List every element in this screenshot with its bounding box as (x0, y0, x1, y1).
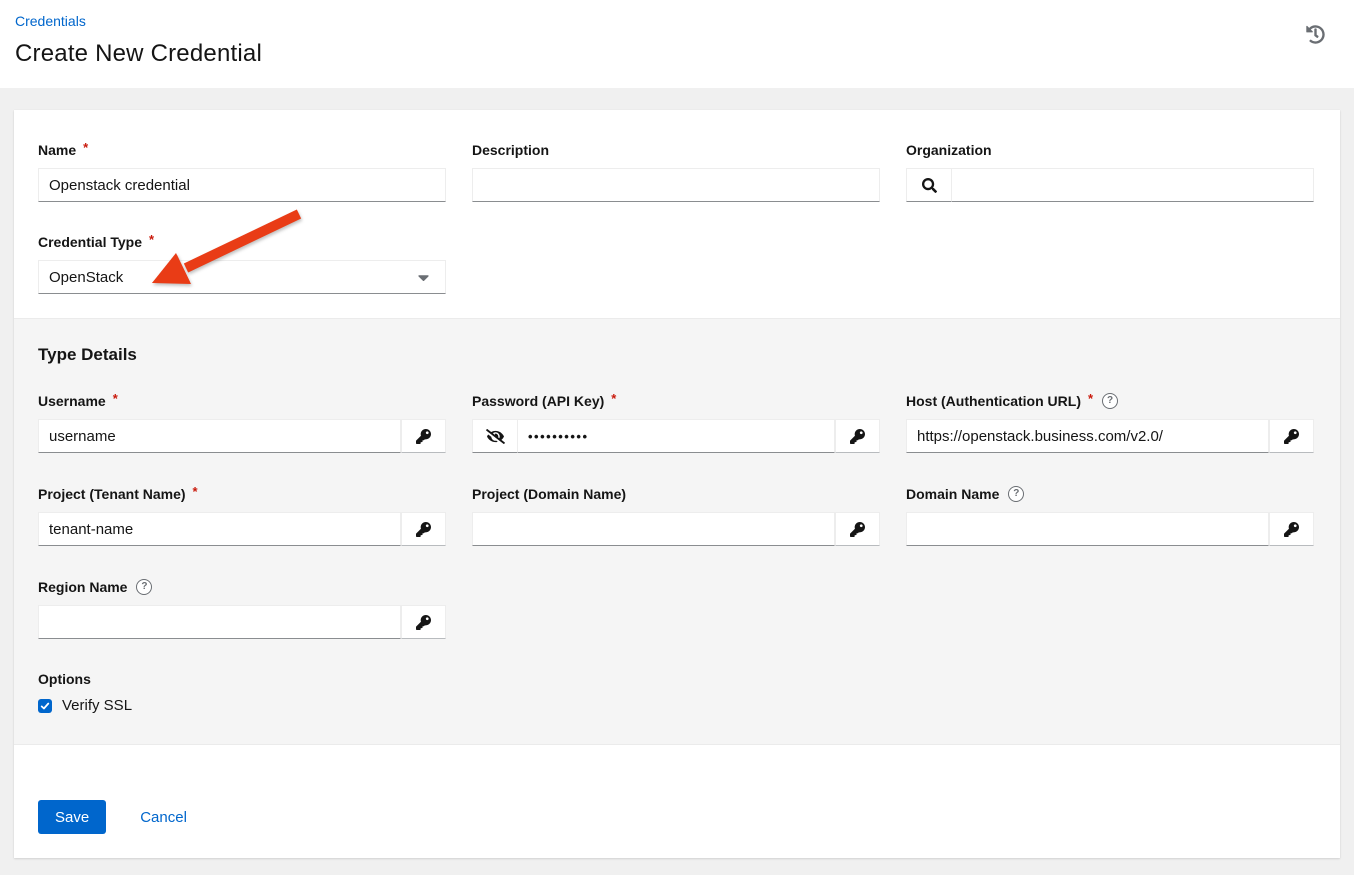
project-domain-field-group: Project (Domain Name) (472, 484, 880, 546)
cancel-button[interactable]: Cancel (140, 809, 187, 826)
username-field-group: Username * (38, 391, 446, 453)
domain-name-credential-lookup-button[interactable] (1269, 512, 1314, 546)
name-input[interactable] (38, 168, 446, 202)
search-icon (922, 178, 937, 193)
credential-type-label: Credential Type (38, 234, 142, 250)
page-body: Name * Description Organization (0, 88, 1354, 875)
page-header: Credentials Create New Credential (0, 0, 1354, 88)
form-actions: Save Cancel (14, 744, 1340, 858)
required-asterisk: * (149, 233, 154, 246)
host-help-icon[interactable]: ? (1102, 393, 1118, 409)
key-icon (850, 429, 865, 444)
project-tenant-credential-lookup-button[interactable] (401, 512, 446, 546)
required-asterisk: * (611, 392, 616, 405)
basic-fields-section: Name * Description Organization (14, 110, 1340, 318)
domain-name-input[interactable] (906, 512, 1269, 546)
description-field-group: Description (472, 140, 880, 202)
organization-field-group: Organization (906, 140, 1314, 202)
required-asterisk: * (1088, 392, 1093, 405)
region-name-label: Region Name (38, 579, 127, 595)
password-credential-lookup-button[interactable] (835, 419, 880, 453)
key-icon (850, 522, 865, 537)
required-asterisk: * (113, 392, 118, 405)
required-asterisk: * (83, 141, 88, 154)
organization-search-button[interactable] (906, 168, 951, 202)
save-button[interactable]: Save (38, 800, 106, 834)
name-field-group: Name * (38, 140, 446, 202)
key-icon (416, 522, 431, 537)
description-label: Description (472, 142, 549, 158)
verify-ssl-checkbox-row[interactable]: Verify SSL (38, 697, 1314, 714)
region-name-help-icon[interactable]: ? (136, 579, 152, 595)
username-label: Username (38, 393, 106, 409)
options-label: Options (38, 671, 1314, 687)
type-details-section: Type Details Username * (14, 318, 1340, 744)
required-asterisk: * (193, 485, 198, 498)
description-input[interactable] (472, 168, 880, 202)
host-input[interactable] (906, 419, 1269, 453)
verify-ssl-label: Verify SSL (62, 697, 132, 714)
host-label: Host (Authentication URL) (906, 393, 1081, 409)
credential-type-selected-value: OpenStack (49, 269, 123, 286)
host-credential-lookup-button[interactable] (1269, 419, 1314, 453)
eye-slash-icon (486, 429, 505, 444)
organization-label: Organization (906, 142, 992, 158)
domain-name-label: Domain Name (906, 486, 999, 502)
project-tenant-field-group: Project (Tenant Name) * (38, 484, 446, 546)
project-domain-input[interactable] (472, 512, 835, 546)
page-title: Create New Credential (15, 40, 1338, 68)
domain-name-help-icon[interactable]: ? (1008, 486, 1024, 502)
options-block: Options Verify SSL (38, 671, 1314, 714)
username-input[interactable] (38, 419, 401, 453)
breadcrumb-credentials-link[interactable]: Credentials (15, 13, 86, 29)
name-label: Name (38, 142, 76, 158)
project-tenant-input[interactable] (38, 512, 401, 546)
host-field-group: Host (Authentication URL) * ? (906, 391, 1314, 453)
project-tenant-label: Project (Tenant Name) (38, 486, 186, 502)
region-name-credential-lookup-button[interactable] (401, 605, 446, 639)
credential-type-dropdown[interactable]: OpenStack (38, 260, 446, 294)
key-icon (1284, 429, 1299, 444)
region-name-input[interactable] (38, 605, 401, 639)
password-field-group: Password (API Key) * (472, 391, 880, 453)
history-icon[interactable] (1304, 25, 1326, 47)
organization-input[interactable] (951, 168, 1314, 202)
username-credential-lookup-button[interactable] (401, 419, 446, 453)
check-icon (40, 701, 50, 711)
password-input[interactable] (517, 419, 835, 453)
password-toggle-visibility-button[interactable] (472, 419, 517, 453)
key-icon (1284, 522, 1299, 537)
region-name-field-group: Region Name ? (38, 577, 446, 639)
chevron-down-icon (418, 274, 429, 281)
key-icon (416, 429, 431, 444)
project-domain-label: Project (Domain Name) (472, 486, 626, 502)
credential-type-field-group: Credential Type * OpenStack (38, 232, 446, 294)
credential-form-card: Name * Description Organization (14, 110, 1340, 858)
domain-name-field-group: Domain Name ? (906, 484, 1314, 546)
password-label: Password (API Key) (472, 393, 604, 409)
verify-ssl-checkbox[interactable] (38, 699, 52, 713)
key-icon (416, 615, 431, 630)
history-icon-glyph (1306, 25, 1325, 44)
project-domain-credential-lookup-button[interactable] (835, 512, 880, 546)
type-details-heading: Type Details (38, 345, 1314, 365)
